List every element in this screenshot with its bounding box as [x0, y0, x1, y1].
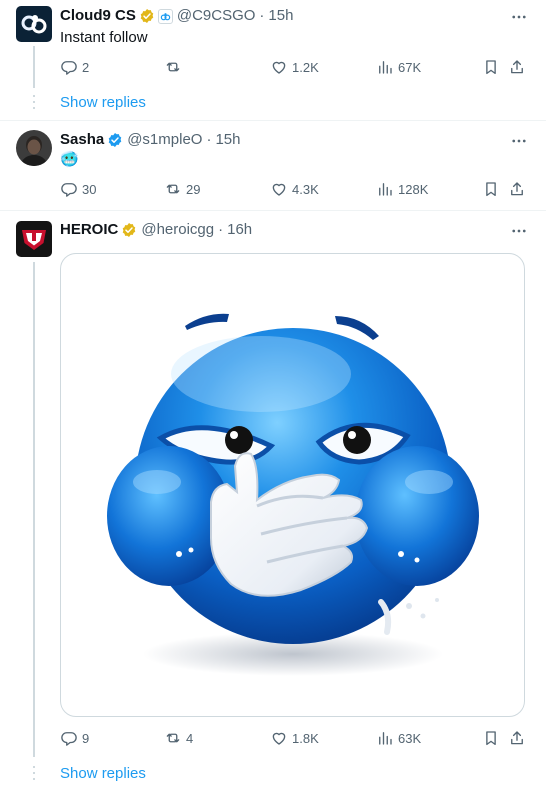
views-count: 63K	[398, 730, 422, 746]
like-count: 1.2K	[292, 59, 319, 75]
show-replies-link[interactable]: Show replies	[60, 94, 146, 111]
tweet-media-image[interactable]	[60, 253, 525, 717]
thread-gap-dots	[33, 766, 35, 784]
views-icon	[379, 732, 392, 745]
verified-badge-icon	[140, 9, 154, 23]
reply-button[interactable]: 2	[60, 58, 89, 76]
bookmark-button[interactable]	[482, 58, 500, 76]
separator-dot: ·	[206, 131, 212, 148]
reply-button[interactable]: 30	[60, 180, 96, 198]
views-count: 128K	[398, 181, 429, 197]
like-count: 4.3K	[292, 181, 319, 197]
more-icon[interactable]	[510, 132, 528, 150]
show-replies-link[interactable]: Show replies	[60, 765, 146, 782]
tweet-text-emoji: 🥶	[60, 151, 79, 168]
more-icon[interactable]	[510, 222, 528, 240]
tweet-text: Instant follow	[60, 29, 148, 46]
share-button[interactable]	[508, 58, 526, 76]
reply-count: 9	[82, 730, 90, 746]
views-icon	[379, 61, 392, 74]
views-button[interactable]: 67K	[376, 58, 421, 76]
avatar-sasha[interactable]	[16, 130, 52, 166]
timestamp[interactable]: 15h	[268, 6, 293, 26]
reply-button[interactable]: 9	[60, 729, 89, 747]
bookmark-icon	[486, 731, 496, 746]
views-count: 67K	[398, 59, 422, 75]
like-button[interactable]: 4.3K	[270, 180, 319, 198]
like-icon	[272, 61, 286, 74]
verified-badge-icon	[123, 223, 136, 237]
repost-button[interactable]	[164, 58, 186, 76]
bookmark-button[interactable]	[482, 729, 500, 747]
like-button[interactable]: 1.8K	[270, 729, 319, 747]
like-icon	[272, 183, 286, 196]
repost-button[interactable]: 29	[164, 180, 200, 198]
replies-feed: Cloud9 CS @C9CSGO · 15h Instant follow 2	[0, 0, 546, 791]
user-handle[interactable]: @C9CSGO	[177, 6, 256, 26]
user-handle[interactable]: @s1mpleO	[127, 130, 202, 150]
separator-dot: ·	[218, 221, 224, 238]
display-name[interactable]: Sasha	[60, 130, 104, 150]
bookmark-icon	[486, 60, 496, 75]
more-icon[interactable]	[510, 8, 528, 26]
tweet-actions: 9 4 1.8K 63K	[60, 729, 530, 749]
like-button[interactable]: 1.2K	[270, 58, 319, 76]
avatar-cloud9[interactable]	[16, 6, 52, 42]
display-name[interactable]: Cloud9 CS	[60, 6, 136, 26]
divider	[0, 120, 546, 121]
views-button[interactable]: 63K	[376, 729, 421, 747]
separator-dot: ·	[259, 7, 265, 24]
user-handle[interactable]: @heroicgg	[141, 220, 214, 240]
repost-icon	[166, 62, 180, 72]
bookmark-icon	[486, 182, 496, 197]
repost-count: 29	[186, 181, 201, 197]
thread-gap-dots	[33, 95, 35, 113]
repost-count: 4	[186, 730, 194, 746]
tweet-header: HEROIC @heroicgg · 16h	[60, 220, 252, 240]
share-icon	[511, 182, 523, 196]
avatar-heroic[interactable]	[16, 221, 52, 257]
views-button[interactable]: 128K	[376, 180, 428, 198]
reply-icon	[61, 732, 77, 746]
verified-badge-icon	[108, 133, 122, 147]
bookmark-button[interactable]	[482, 180, 500, 198]
reply-count: 2	[82, 59, 90, 75]
timestamp[interactable]: 16h	[227, 220, 252, 240]
affiliate-logo-icon[interactable]	[157, 8, 173, 24]
share-icon	[511, 60, 523, 74]
reply-icon	[61, 183, 77, 197]
tweet-actions: 30 29 4.3K 128K	[60, 180, 530, 200]
repost-icon	[166, 184, 180, 194]
reply-icon	[61, 61, 77, 75]
tweet-header: Cloud9 CS @C9CSGO · 15h	[60, 6, 293, 26]
blue-emoji-image	[107, 313, 479, 676]
like-count: 1.8K	[292, 730, 319, 746]
thread-line	[33, 46, 35, 88]
share-button[interactable]	[508, 180, 526, 198]
tweet-actions: 2 1.2K 67K	[60, 58, 530, 78]
share-icon	[511, 731, 523, 745]
thread-line	[33, 262, 35, 757]
repost-icon	[166, 733, 180, 743]
share-button[interactable]	[508, 729, 526, 747]
divider	[0, 210, 546, 211]
reply-count: 30	[82, 181, 97, 197]
repost-button[interactable]: 4	[164, 729, 193, 747]
like-icon	[272, 732, 286, 745]
views-icon	[379, 183, 392, 196]
display-name[interactable]: HEROIC	[60, 220, 118, 240]
timestamp[interactable]: 15h	[215, 130, 240, 150]
tweet-header: Sasha @s1mpleO · 15h	[60, 130, 240, 150]
